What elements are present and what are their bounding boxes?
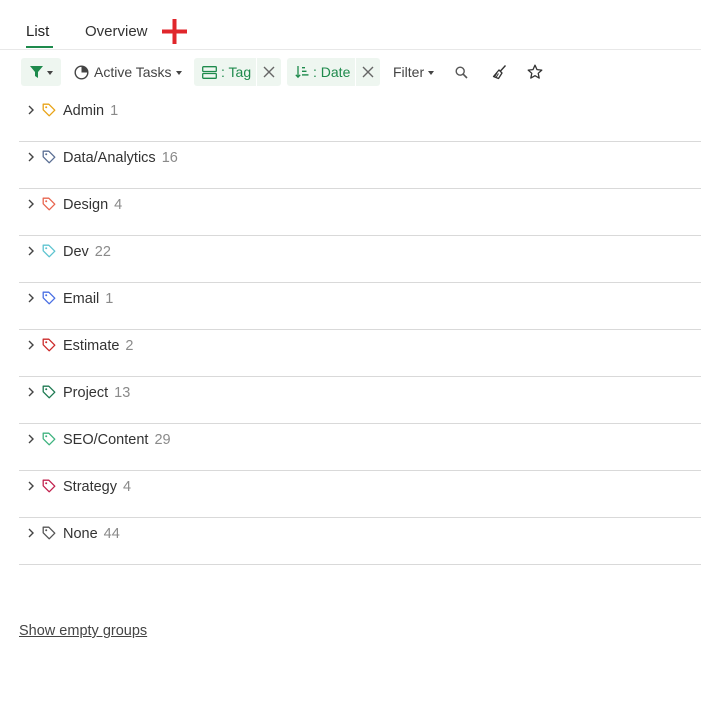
group-count: 1 bbox=[105, 291, 114, 307]
group-row-none[interactable]: None 44 bbox=[19, 518, 701, 565]
chevron-right-icon[interactable] bbox=[26, 245, 36, 257]
sort-by-date-label: : Date bbox=[313, 64, 351, 80]
favorite-button[interactable] bbox=[524, 58, 546, 86]
group-name: SEO/Content bbox=[63, 432, 149, 448]
pie-chart-icon bbox=[74, 64, 89, 80]
sort-by-date-chip[interactable]: : Date bbox=[287, 58, 380, 86]
tab-overview[interactable]: Overview bbox=[85, 22, 148, 42]
group-row-strategy[interactable]: Strategy 4 bbox=[19, 471, 701, 518]
group-name: Dev bbox=[63, 244, 89, 260]
group-name: Design bbox=[63, 197, 109, 213]
group-row-project[interactable]: Project 13 bbox=[19, 377, 701, 424]
group-row-estimate[interactable]: Estimate 2 bbox=[19, 330, 701, 377]
group-label: Estimate 2 bbox=[63, 337, 134, 355]
chevron-right-icon[interactable] bbox=[26, 433, 36, 445]
funnel-icon bbox=[29, 66, 43, 78]
tag-icon bbox=[42, 150, 56, 164]
tag-icon bbox=[42, 197, 56, 211]
group-row-data-analytics[interactable]: Data/Analytics 16 bbox=[19, 142, 701, 189]
group-rows-icon bbox=[202, 65, 217, 79]
group-label: Project 13 bbox=[63, 384, 130, 402]
group-label: Dev 22 bbox=[63, 243, 111, 261]
remove-sort-button[interactable] bbox=[355, 58, 380, 86]
plus-icon bbox=[162, 19, 187, 44]
group-name: Estimate bbox=[63, 338, 120, 354]
add-tab-button[interactable] bbox=[160, 17, 189, 46]
group-count: 13 bbox=[114, 385, 131, 401]
filter-toggle-button[interactable] bbox=[21, 58, 61, 86]
chevron-right-icon[interactable] bbox=[26, 527, 36, 539]
chevron-right-icon[interactable] bbox=[26, 104, 36, 116]
show-empty-groups-link[interactable]: Show empty groups bbox=[19, 622, 147, 640]
tag-icon bbox=[42, 526, 56, 540]
group-name: Strategy bbox=[63, 479, 117, 495]
group-label: Strategy 4 bbox=[63, 478, 131, 496]
group-name: Email bbox=[63, 291, 100, 307]
tag-icon bbox=[42, 338, 56, 352]
search-button[interactable] bbox=[451, 58, 471, 86]
filter-label: Filter bbox=[393, 64, 425, 80]
search-icon bbox=[454, 65, 468, 79]
group-label: None 44 bbox=[63, 525, 120, 543]
chevron-right-icon[interactable] bbox=[26, 292, 36, 304]
remove-group-by-button[interactable] bbox=[256, 58, 281, 86]
group-list: Admin 1 Data/Analytics 16 Design 4 Dev 22 bbox=[19, 95, 701, 565]
group-label: Data/Analytics 16 bbox=[63, 149, 178, 167]
group-count: 2 bbox=[125, 338, 134, 354]
group-name: Project bbox=[63, 385, 109, 401]
group-count: 4 bbox=[123, 479, 132, 495]
chevron-down-icon bbox=[46, 71, 53, 75]
group-by-tag-chip[interactable]: : Tag bbox=[194, 58, 281, 86]
broom-icon bbox=[492, 65, 507, 80]
group-by-tag-label: : Tag bbox=[221, 64, 252, 80]
group-name: Data/Analytics bbox=[63, 150, 156, 166]
tag-icon bbox=[42, 244, 56, 258]
active-tasks-label: Active Tasks bbox=[94, 64, 172, 80]
active-tasks-dropdown[interactable]: Active Tasks bbox=[74, 58, 186, 86]
group-label: Admin 1 bbox=[63, 102, 118, 120]
group-count: 29 bbox=[154, 432, 171, 448]
tab-list[interactable]: List bbox=[26, 22, 49, 42]
close-icon bbox=[362, 66, 374, 78]
chevron-down-icon bbox=[175, 71, 182, 75]
tag-icon bbox=[42, 479, 56, 493]
star-icon bbox=[527, 64, 543, 79]
group-label: Design 4 bbox=[63, 196, 122, 214]
chevron-right-icon[interactable] bbox=[26, 480, 36, 492]
chevron-down-icon bbox=[428, 71, 435, 75]
toolbar: Active Tasks : Tag : Date Filter bbox=[21, 58, 681, 86]
group-row-seo-content[interactable]: SEO/Content 29 bbox=[19, 424, 701, 471]
group-name: Admin bbox=[63, 103, 105, 119]
chevron-right-icon[interactable] bbox=[26, 339, 36, 351]
chevron-right-icon[interactable] bbox=[26, 198, 36, 210]
filter-dropdown[interactable]: Filter bbox=[393, 58, 439, 86]
chevron-right-icon[interactable] bbox=[26, 386, 36, 398]
view-tabs: List Overview bbox=[0, 0, 701, 50]
group-count: 4 bbox=[114, 197, 123, 213]
clear-button[interactable] bbox=[489, 58, 511, 86]
group-label: Email 1 bbox=[63, 290, 113, 308]
group-count: 44 bbox=[103, 526, 120, 542]
tag-icon bbox=[42, 291, 56, 305]
group-label: SEO/Content 29 bbox=[63, 431, 171, 449]
tag-icon bbox=[42, 103, 56, 117]
group-name: None bbox=[63, 526, 98, 542]
tab-list-active-indicator bbox=[26, 46, 53, 48]
group-count: 22 bbox=[94, 244, 111, 260]
group-row-email[interactable]: Email 1 bbox=[19, 283, 701, 330]
group-count: 16 bbox=[161, 150, 178, 166]
group-row-dev[interactable]: Dev 22 bbox=[19, 236, 701, 283]
tag-icon bbox=[42, 432, 56, 446]
group-row-design[interactable]: Design 4 bbox=[19, 189, 701, 236]
sort-ascending-icon bbox=[295, 66, 309, 79]
tag-icon bbox=[42, 385, 56, 399]
group-row-admin[interactable]: Admin 1 bbox=[19, 95, 701, 142]
chevron-right-icon[interactable] bbox=[26, 151, 36, 163]
close-icon bbox=[263, 66, 275, 78]
group-count: 1 bbox=[110, 103, 119, 119]
